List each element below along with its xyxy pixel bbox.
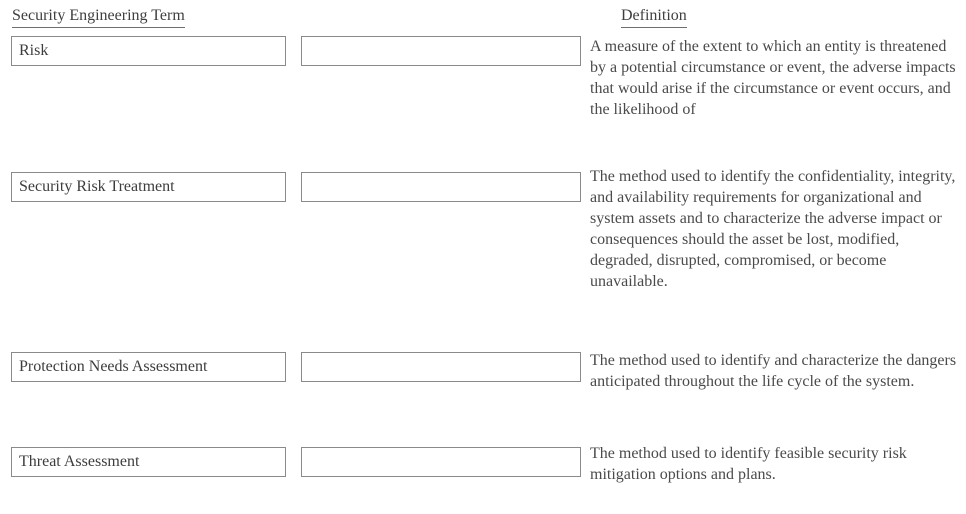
definition-text: A measure of the extent to which an enti… [590,38,956,118]
term-column-header: Security Engineering Term [12,6,185,28]
term-box[interactable]: Risk [11,36,286,66]
definition-text: The method used to identify the confiden… [590,168,956,290]
definition-column-header-label: Definition [621,6,687,28]
definition-column-header: Definition [621,6,687,28]
answer-drop-box[interactable] [301,36,581,66]
term-box[interactable]: Threat Assessment [11,447,286,477]
answer-drop-box[interactable] [301,447,581,477]
term-column-header-label: Security Engineering Term [12,6,185,28]
matching-exercise-sheet: Security Engineering Term Definition Ris… [0,0,966,514]
definition-text: The method used to identify feasible sec… [590,445,907,483]
definition-text: The method used to identify and characte… [590,352,957,390]
answer-drop-box[interactable] [301,172,581,202]
term-box[interactable]: Protection Needs Assessment [11,352,286,382]
term-box[interactable]: Security Risk Treatment [11,172,286,202]
answer-drop-box[interactable] [301,352,581,382]
